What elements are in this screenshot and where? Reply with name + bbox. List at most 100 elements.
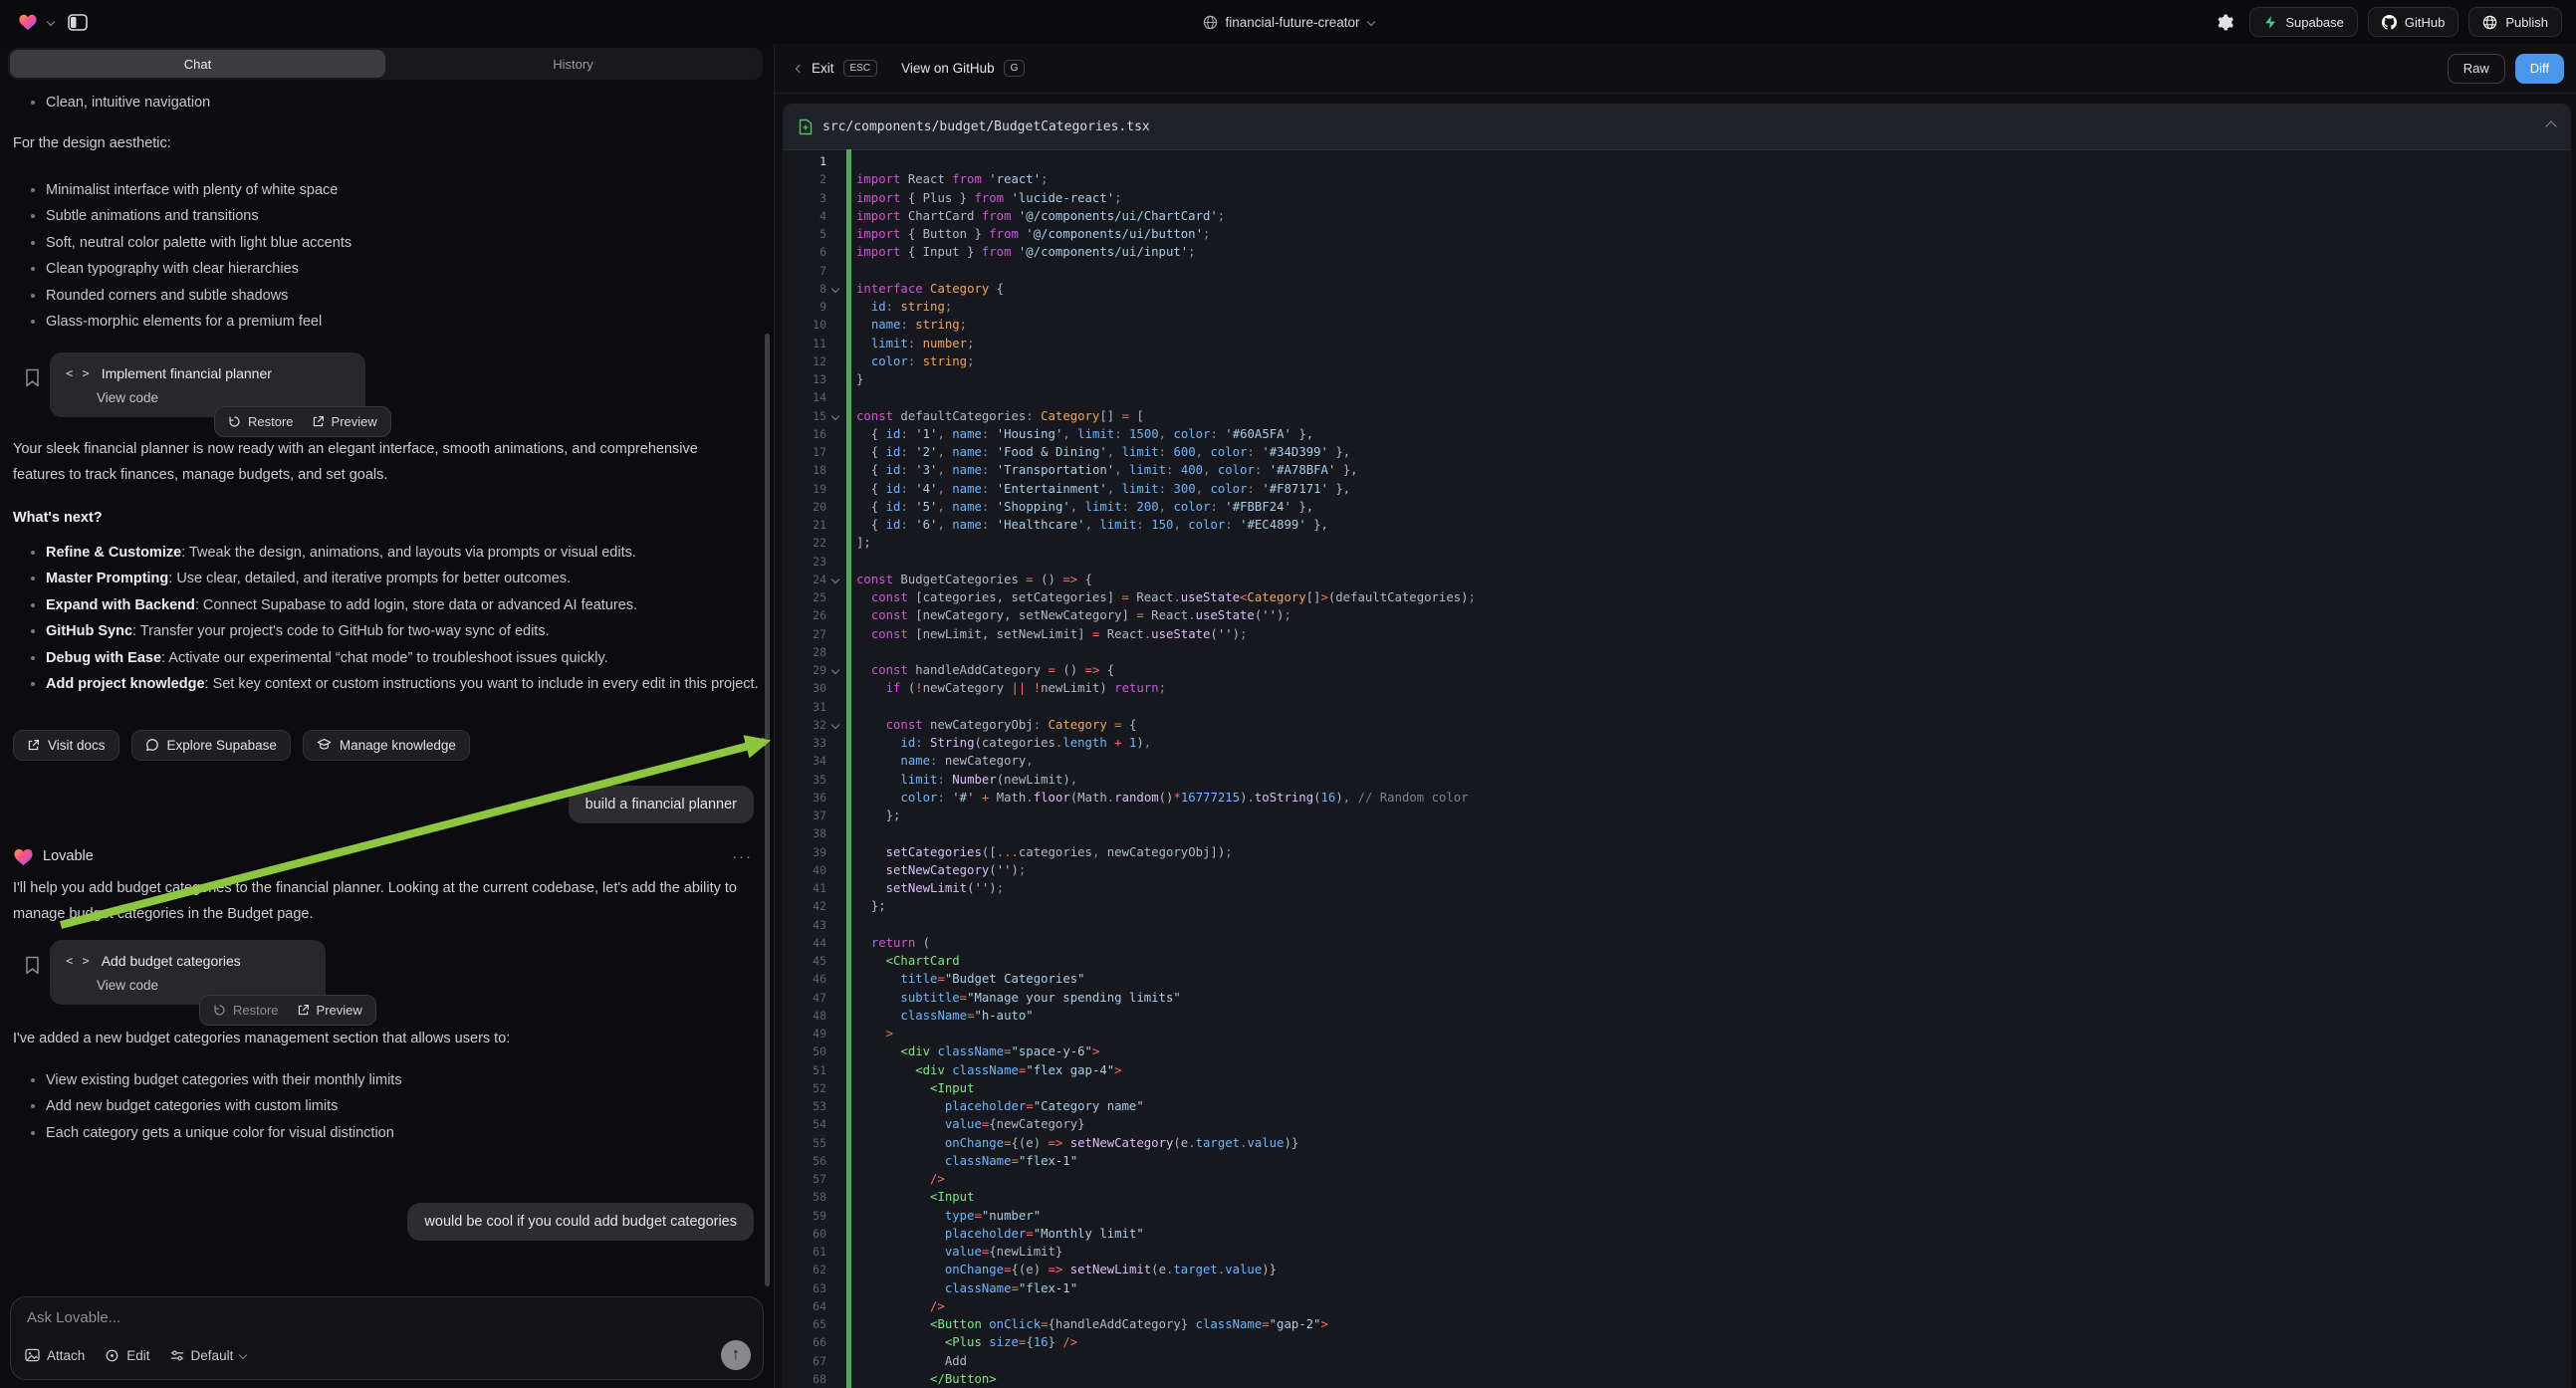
line-number: 24 <box>783 571 826 588</box>
collapse-chevron-up-icon[interactable] <box>2545 120 2556 131</box>
view-code-link[interactable]: View code <box>97 978 310 993</box>
code-line: 40 setNewCategory(''); <box>783 861 2571 879</box>
code-line: 52 <Input <box>783 1079 2571 1097</box>
supabase-button[interactable]: Supabase <box>2249 7 2358 37</box>
code-line: 67 Add <box>783 1352 2571 1370</box>
chat-message-list[interactable]: Clean, intuitive navigation For the desi… <box>0 84 774 1286</box>
line-number: 1 <box>783 152 826 170</box>
line-number: 15 <box>783 407 826 425</box>
code-line: 62 onChange={(e) => setNewLimit(e.target… <box>783 1261 2571 1278</box>
line-number: 67 <box>783 1352 826 1370</box>
code-line: 36 color: '#' + Math.floor(Math.random()… <box>783 789 2571 807</box>
list-item: Soft, neutral color palette with light b… <box>31 230 761 257</box>
line-number: 4 <box>783 207 826 225</box>
edit-mode-button[interactable]: Edit <box>105 1348 149 1363</box>
code-line: 12 color: string; <box>783 352 2571 370</box>
code-line: 46 title="Budget Categories" <box>783 970 2571 988</box>
code-line: 42 }; <box>783 897 2571 915</box>
list-item: Expand with Backend: Connect Supabase to… <box>31 592 761 619</box>
code-line: 45 <ChartCard <box>783 952 2571 970</box>
list-item: Add project knowledge: Set key context o… <box>31 671 761 698</box>
esc-kbd-badge: ESC <box>843 60 878 77</box>
line-number: 31 <box>783 698 826 716</box>
bookmark-icon[interactable] <box>25 368 40 387</box>
tab-chat[interactable]: Chat <box>10 50 385 78</box>
github-icon <box>2382 15 2397 30</box>
lovable-logo-heart-icon[interactable] <box>18 13 38 31</box>
preview-label: Preview <box>317 1003 362 1018</box>
visit-docs-button[interactable]: Visit docs <box>13 730 119 761</box>
user-message-row: build a financial planner <box>13 786 761 823</box>
list-item: Minimalist interface with plenty of whit… <box>31 177 761 204</box>
code-line: 30 if (!newCategory || !newLimit) return… <box>783 679 2571 697</box>
code-line: 21 { id: '6', name: 'Healthcare', limit:… <box>783 516 2571 534</box>
chat-scrollbar-thumb[interactable] <box>765 334 770 1286</box>
line-number: 50 <box>783 1042 826 1060</box>
preview-button[interactable]: Preview <box>297 1003 362 1018</box>
line-number: 5 <box>783 225 826 243</box>
exit-button[interactable]: Exit ESC <box>797 60 877 77</box>
line-number: 68 <box>783 1370 826 1388</box>
file-header[interactable]: src/components/budget/BudgetCategories.t… <box>783 104 2571 150</box>
send-button[interactable]: ↑ <box>721 1340 751 1370</box>
line-number: 46 <box>783 970 826 988</box>
explore-supabase-button[interactable]: Explore Supabase <box>131 730 291 761</box>
project-visibility-globe-icon <box>1202 15 1217 30</box>
github-button[interactable]: GitHub <box>2368 7 2459 37</box>
line-number: 7 <box>783 262 826 280</box>
line-number: 66 <box>783 1333 826 1351</box>
code-line: 66 <Plus size={16} /> <box>783 1333 2571 1351</box>
code-line: 53 placeholder="Category name" <box>783 1097 2571 1115</box>
project-menu-chevron-down-icon[interactable] <box>1366 18 1374 26</box>
raw-toggle-button[interactable]: Raw <box>2448 54 2505 84</box>
code-line: 39 setCategories([...categories, newCate… <box>783 843 2571 861</box>
code-line: 25 const [categories, setCategories] = R… <box>783 588 2571 606</box>
diff-toggle-button[interactable]: Diff <box>2515 54 2564 84</box>
manage-knowledge-button[interactable]: Manage knowledge <box>303 730 470 761</box>
preview-button[interactable]: Preview <box>312 414 377 429</box>
line-number: 62 <box>783 1261 826 1278</box>
restore-button[interactable]: Restore <box>213 1003 279 1018</box>
line-number: 23 <box>783 553 826 571</box>
publish-globe-icon <box>2482 15 2497 30</box>
code-line: 11 limit: number; <box>783 335 2571 352</box>
code-line: 15const defaultCategories: Category[] = … <box>783 407 2571 425</box>
code-line: 68 </Button> <box>783 1370 2571 1388</box>
line-number: 25 <box>783 588 826 606</box>
project-title[interactable]: financial-future-creator <box>1225 15 1359 30</box>
exit-label: Exit <box>812 61 834 76</box>
chat-bubble-icon <box>145 738 159 752</box>
chat-input[interactable] <box>27 1309 749 1335</box>
line-number: 12 <box>783 352 826 370</box>
code-editor[interactable]: 12import React from 'react';3import { Pl… <box>783 149 2571 1388</box>
view-on-github-button[interactable]: View on GitHub G <box>901 60 1025 77</box>
list-item: GitHub Sync: Transfer your project's cod… <box>31 618 761 645</box>
supabase-label: Supabase <box>2285 15 2344 30</box>
line-number: 11 <box>783 335 826 352</box>
attach-button[interactable]: Attach <box>25 1348 85 1363</box>
line-number: 43 <box>783 916 826 934</box>
toggle-sidebar-button[interactable] <box>64 10 92 35</box>
settings-button[interactable] <box>2213 9 2239 36</box>
list-item: Each category gets a unique color for vi… <box>31 1120 761 1147</box>
bookmark-icon[interactable] <box>25 956 40 975</box>
code-line: 8interface Category { <box>783 280 2571 298</box>
line-number: 2 <box>783 170 826 188</box>
code-line: 35 limit: Number(newLimit), <box>783 771 2571 789</box>
restore-label: Restore <box>233 1003 279 1018</box>
line-number: 22 <box>783 534 826 552</box>
workspace-chevron-down-icon[interactable] <box>47 18 55 26</box>
line-number: 41 <box>783 879 826 897</box>
restore-button[interactable]: Restore <box>228 414 294 429</box>
code-toolbar: Exit ESC View on GitHub G Raw Diff <box>775 44 2576 94</box>
code-line: 54 value={newCategory} <box>783 1115 2571 1133</box>
design-bullet-list: Minimalist interface with plenty of whit… <box>13 177 761 336</box>
tab-history[interactable]: History <box>385 50 761 78</box>
publish-button[interactable]: Publish <box>2468 7 2562 37</box>
code-line: 22]; <box>783 534 2571 552</box>
view-code-link[interactable]: View code <box>97 390 350 405</box>
file-path: src/components/budget/BudgetCategories.t… <box>822 119 1150 134</box>
feature-bullet-list: Clean, intuitive navigation <box>13 90 761 116</box>
message-menu-button[interactable]: ··· <box>732 848 753 865</box>
model-selector[interactable]: Default <box>170 1348 247 1363</box>
